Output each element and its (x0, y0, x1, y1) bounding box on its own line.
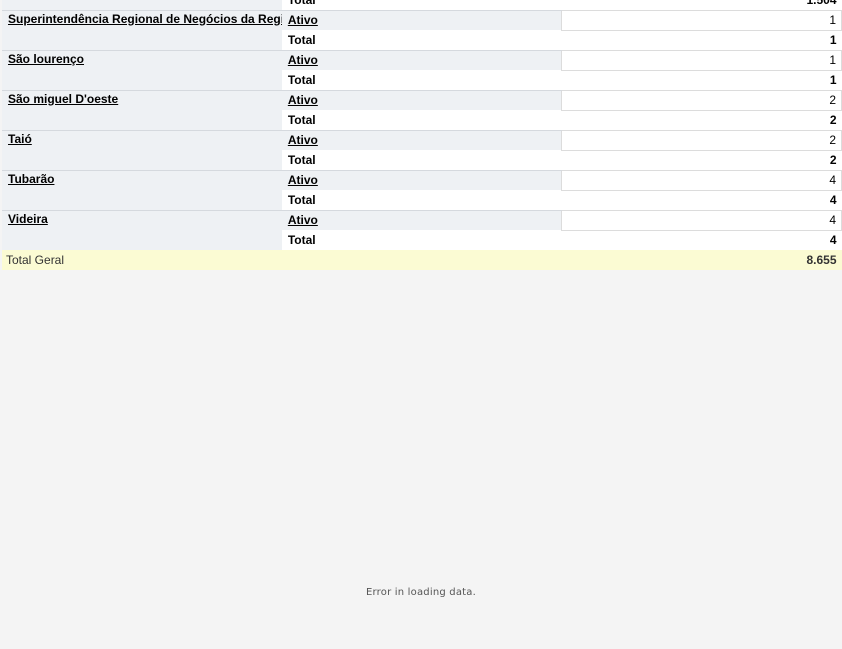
total-label: Total (281, 110, 562, 130)
region-link[interactable]: Videira (8, 212, 48, 226)
ativo-count: 1 (561, 49, 842, 71)
status-cell: Ativo (281, 89, 562, 110)
region-row: Taió Ativo 2 (2, 129, 842, 170)
region-row: São lourenço Ativo 1 (2, 49, 842, 90)
total-label: Total (281, 230, 562, 250)
grand-total-row: Total Geral 8.655 (2, 250, 842, 270)
status-cell: Ativo (281, 49, 562, 70)
region-link[interactable]: Superintendência Regional de Negócios da… (8, 12, 282, 26)
region-link[interactable]: São lourenço (8, 52, 84, 66)
status-link-ativo[interactable]: Ativo (288, 13, 318, 27)
region-link[interactable]: São miguel D'oeste (8, 92, 118, 106)
ativo-count: 4 (561, 169, 842, 191)
region-cell: Videira (2, 209, 282, 250)
region-link[interactable]: Taió (8, 132, 32, 146)
status-cell: Ativo (281, 129, 562, 150)
region-cell-blank (2, 0, 282, 10)
total-value: 1.504 (561, 0, 842, 10)
region-row: Videira Ativo 4 (2, 209, 842, 250)
total-value: 4 (561, 230, 842, 250)
status-cell: Ativo (281, 9, 562, 30)
region-cell: São lourenço (2, 49, 282, 90)
region-row: Superintendência Regional de Negócios da… (2, 9, 842, 50)
pivot-table: Total 1.504 Superintendência Regional de… (2, 0, 842, 270)
status-link-ativo[interactable]: Ativo (288, 213, 318, 227)
region-cell: São miguel D'oeste (2, 89, 282, 130)
status-cell: Ativo (281, 209, 562, 230)
total-label: Total (281, 70, 562, 90)
region-cell: Taió (2, 129, 282, 170)
region-row: São miguel D'oeste Ativo 2 (2, 89, 842, 130)
total-label: Total (281, 190, 562, 210)
total-label: Total (281, 30, 562, 50)
total-label: Total (281, 150, 562, 170)
status-link-ativo[interactable]: Ativo (288, 53, 318, 67)
total-value: 4 (561, 190, 842, 210)
report-viewport: Total 1.504 Superintendência Regional de… (0, 0, 842, 649)
region-cell: Tubarão (2, 169, 282, 210)
ativo-count: 2 (561, 89, 842, 111)
status-cell: Ativo (281, 169, 562, 190)
ativo-count: 4 (561, 209, 842, 231)
error-message: Error in loading data. (366, 587, 476, 598)
total-value: 2 (561, 150, 842, 170)
total-value: 1 (561, 70, 842, 90)
status-link-ativo[interactable]: Ativo (288, 173, 318, 187)
total-value: 2 (561, 110, 842, 130)
total-label: Total (281, 0, 562, 10)
ativo-count: 1 (561, 9, 842, 31)
region-link[interactable]: Tubarão (8, 172, 54, 186)
region-row: Tubarão Ativo 4 (2, 169, 842, 210)
ativo-count: 2 (561, 129, 842, 151)
status-link-ativo[interactable]: Ativo (288, 133, 318, 147)
status-link-ativo[interactable]: Ativo (288, 93, 318, 107)
grand-total-value: 8.655 (561, 250, 842, 270)
total-value: 1 (561, 30, 842, 50)
region-cell: Superintendência Regional de Negócios da… (2, 9, 282, 50)
grand-total-label: Total Geral (2, 250, 562, 270)
partial-total-row: Total 1.504 (2, 0, 842, 10)
